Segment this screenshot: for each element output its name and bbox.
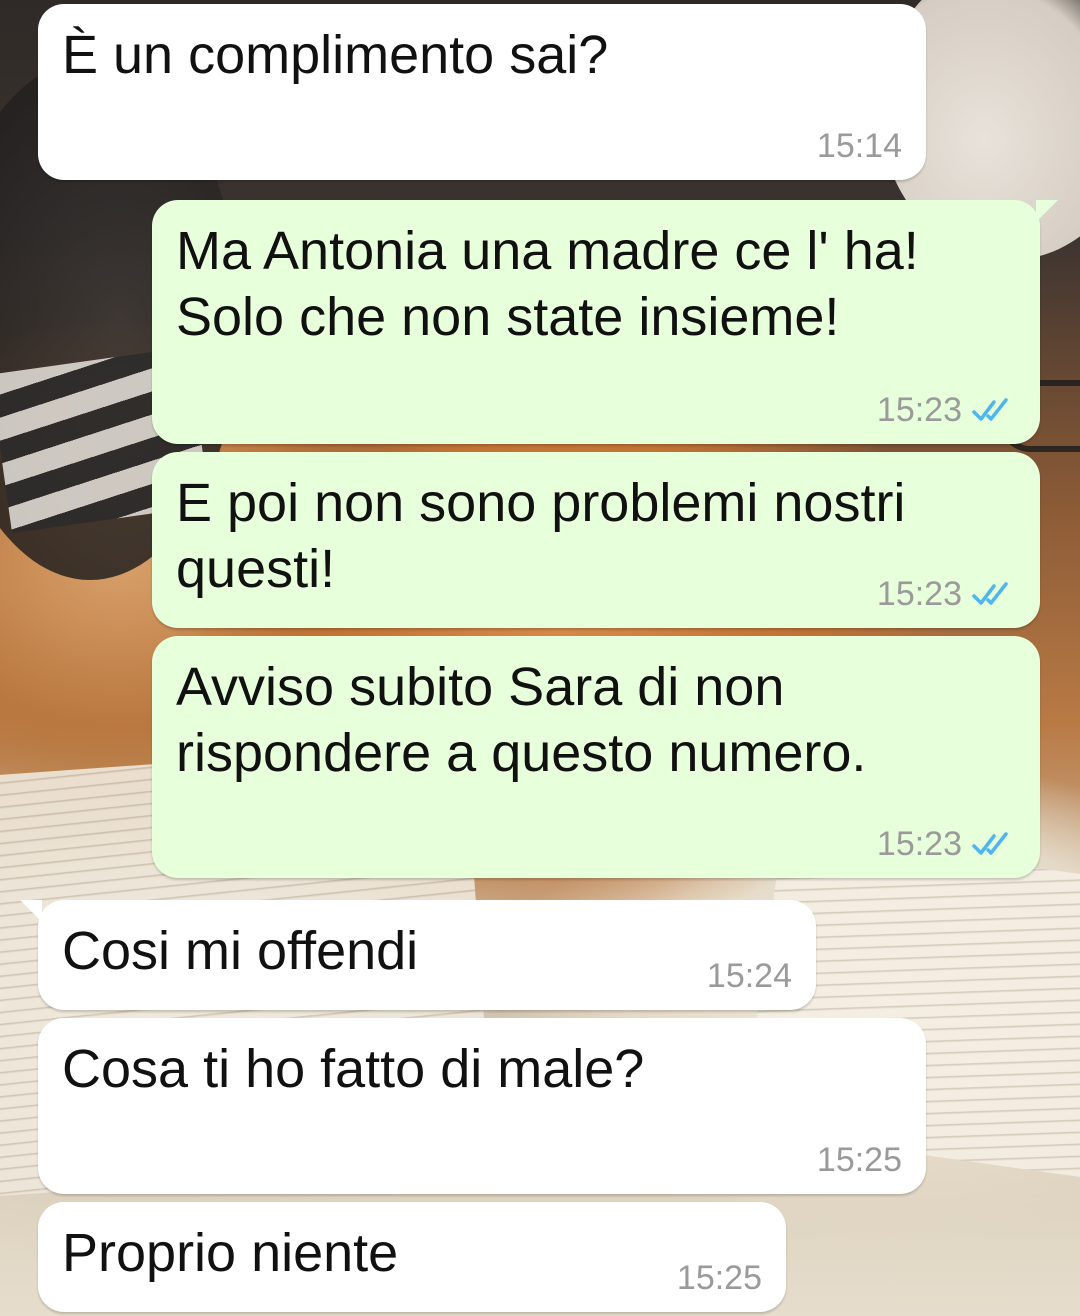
double-check-icon: [972, 582, 1008, 605]
message-bubble-incoming[interactable]: Cosa ti ho fatto di male? 15:25: [38, 1018, 926, 1194]
message-text: Proprio niente: [62, 1223, 399, 1283]
message-time: 15:25: [676, 1259, 762, 1297]
message-meta: 15:23: [877, 574, 1016, 614]
message-text: Ma Antonia una madre ce l' ha! Solo che …: [176, 221, 919, 347]
message-meta: 15:25: [817, 1140, 902, 1180]
chat-message-list[interactable]: È un complimento sai? 15:14 Ma Antonia u…: [0, 0, 1080, 1316]
message-meta: 15:25: [677, 1258, 762, 1298]
message-meta: 15:24: [707, 956, 792, 996]
message-meta: 15:14: [817, 126, 902, 166]
message-bubble-outgoing[interactable]: E poi non sono problemi nostri questi! 1…: [152, 452, 1040, 628]
message-meta: 15:23: [877, 824, 1016, 864]
message-bubble-outgoing[interactable]: Avviso subito Sara di non rispondere a q…: [152, 636, 1040, 878]
double-check-icon: [972, 832, 1008, 855]
message-bubble-incoming[interactable]: Cosi mi offendi 15:24: [20, 900, 816, 1010]
message-bubble-incoming[interactable]: È un complimento sai? 15:14: [38, 4, 926, 180]
message-time: 15:25: [816, 1141, 902, 1179]
double-check-icon: [972, 398, 1008, 421]
message-time: 15:14: [816, 127, 902, 165]
message-time: 15:23: [876, 391, 962, 429]
message-text: È un complimento sai?: [62, 25, 609, 85]
message-meta: 15:23: [877, 390, 1016, 430]
message-time: 15:23: [876, 575, 962, 613]
message-time: 15:24: [706, 957, 792, 995]
message-text: Cosi mi offendi: [62, 921, 419, 981]
message-bubble-outgoing[interactable]: Ma Antonia una madre ce l' ha! Solo che …: [152, 200, 1058, 444]
message-time: 15:23: [876, 825, 962, 863]
message-text: Avviso subito Sara di non rispondere a q…: [176, 657, 867, 783]
message-text: Cosa ti ho fatto di male?: [62, 1039, 645, 1099]
message-bubble-incoming[interactable]: Proprio niente 15:25: [38, 1202, 786, 1312]
